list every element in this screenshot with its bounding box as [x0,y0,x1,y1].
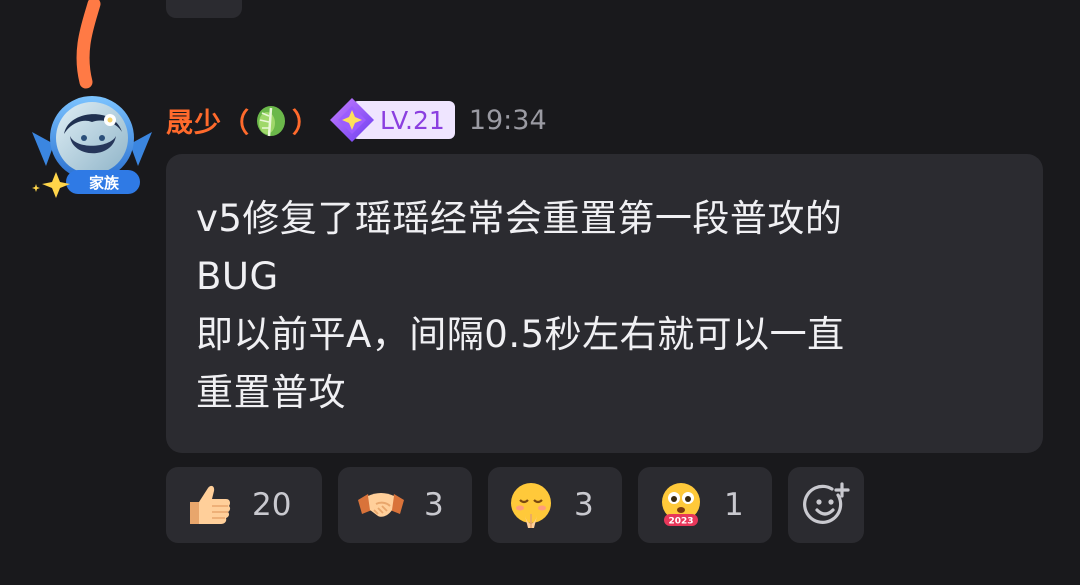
reaction-bar: 20 3 3 2023 1 [166,467,864,543]
reaction-pleading-face[interactable]: 3 [488,467,622,543]
message-bubble[interactable]: v5修复了瑶瑶经常会重置第一段普攻的 BUG 即以前平A，间隔0.5秒左右就可以… [166,154,1043,453]
sender-paren-close: ） [292,107,320,139]
avatar[interactable]: 家族 [26,92,158,202]
reaction-count: 3 [424,487,444,523]
add-reaction-button[interactable] [788,467,864,543]
reaction-thumbs-up[interactable]: 20 [166,467,322,543]
emoji-2023-label: 2023 [668,517,693,527]
reaction-count: 3 [574,487,594,523]
avatar-badge-label: 家族 [89,174,120,192]
pleading-face-emoji-icon [511,483,551,528]
message-line: 重置普攻 [196,371,346,414]
reaction-count: 20 [252,487,292,523]
reaction-surprised-2023[interactable]: 2023 1 [638,467,772,543]
level-badge[interactable]: LV.21 [330,98,455,142]
previous-reaction-button[interactable] [166,0,242,18]
reaction-handshake[interactable]: 3 [338,467,472,543]
message-header: 晟少（ ） LV.21 19:34 [166,98,547,142]
add-emoji-icon [803,482,850,524]
reaction-count: 1 [724,487,744,523]
thumbs-up-emoji-icon [190,485,231,524]
message-line: BUG [196,255,279,298]
handshake-emoji-icon [358,493,404,517]
diamond-gem-icon [330,98,374,142]
sender-name[interactable]: 晟少（ ） [166,101,320,140]
surprised-2023-emoji-icon: 2023 [662,483,700,527]
cabbage-icon [257,105,285,136]
message-line: v5修复了瑶瑶经常会重置第一段普攻的 [196,197,843,240]
sender-name-text: 晟少 [166,107,222,139]
orange-annotation-mark [76,0,101,89]
avatar-frame: 家族 [32,96,152,198]
message-line: 即以前平A，间隔0.5秒左右就可以一直 [196,313,845,356]
sender-paren-open: （ [222,107,250,139]
message-timestamp: 19:34 [468,104,547,136]
